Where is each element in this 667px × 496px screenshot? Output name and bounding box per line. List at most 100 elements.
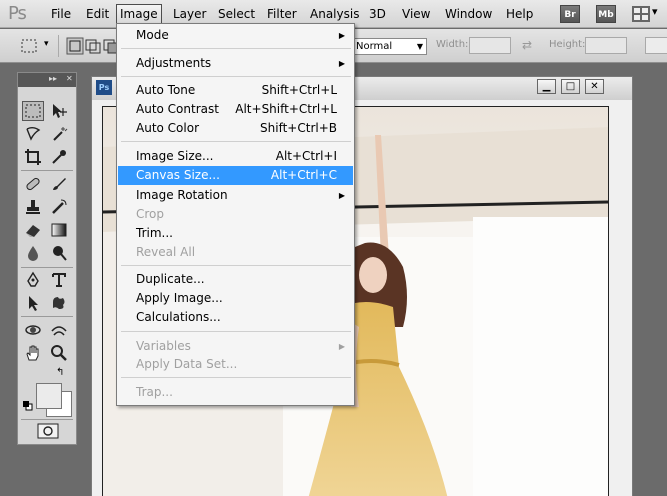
restore-button[interactable]: □ xyxy=(561,79,580,94)
separator xyxy=(21,267,73,268)
3d-rotate-tool[interactable] xyxy=(22,320,44,340)
marquee-icon xyxy=(25,104,41,118)
height-field[interactable] xyxy=(585,37,627,54)
quick-selection-tool[interactable] xyxy=(48,124,70,144)
close-button[interactable]: ✕ xyxy=(585,79,604,94)
menu-item-trap: Trap... xyxy=(136,385,173,399)
menu-analysis[interactable]: Analysis xyxy=(307,6,362,24)
ps-document-icon: Ps xyxy=(96,80,112,95)
3d-orbit-icon xyxy=(51,326,67,336)
tools-panel-header[interactable]: ▸▸ ✕ xyxy=(18,73,76,87)
magic-wand-icon xyxy=(53,127,68,141)
menu-layer[interactable]: Layer xyxy=(170,6,209,24)
menu-item-calculations[interactable]: Calculations... xyxy=(118,308,353,327)
menu-filter[interactable]: Filter xyxy=(264,6,300,24)
arrow-cursor-icon xyxy=(29,296,38,311)
menu-image[interactable]: Image xyxy=(116,4,162,24)
foreground-color-swatch[interactable] xyxy=(36,383,62,409)
bandage-icon xyxy=(26,177,40,191)
crop-icon xyxy=(25,149,41,165)
lasso-tool[interactable] xyxy=(22,124,44,144)
menu-item-canvas-size[interactable]: Canvas Size... Alt+Ctrl+C xyxy=(118,166,353,185)
menu-separator xyxy=(121,76,351,77)
chevron-down-icon[interactable]: ▾ xyxy=(44,39,49,49)
move-icon xyxy=(53,104,67,118)
eyedropper-icon xyxy=(52,150,66,164)
close-icon[interactable]: ✕ xyxy=(66,74,73,83)
move-tool[interactable] xyxy=(48,101,70,121)
marquee-preset-icon[interactable] xyxy=(20,38,38,54)
workspace-grid-icon[interactable] xyxy=(632,6,650,22)
shape-icon xyxy=(53,297,65,309)
eraser-tool[interactable] xyxy=(22,220,44,240)
menu-item-mode[interactable]: Mode ▶ xyxy=(118,26,353,45)
collapse-icon[interactable]: ▸▸ xyxy=(49,74,57,83)
menu-window[interactable]: Window xyxy=(442,6,495,24)
magnifier-icon xyxy=(51,345,67,361)
menu-item-trim[interactable]: Trim... xyxy=(118,224,353,243)
custom-shape-tool[interactable] xyxy=(48,293,70,313)
refine-edge-button[interactable] xyxy=(645,37,667,54)
menu-separator xyxy=(121,331,351,332)
menu-item-adjustments[interactable]: Adjustments ▶ xyxy=(118,54,353,73)
menu-separator xyxy=(121,48,351,49)
drop-icon xyxy=(28,246,38,261)
rectangular-marquee-tool[interactable] xyxy=(22,101,44,121)
hand-tool[interactable] xyxy=(22,343,44,363)
zoom-tool[interactable] xyxy=(48,343,70,363)
dodge-icon xyxy=(53,246,67,261)
menu-item-duplicate[interactable]: Duplicate... xyxy=(118,270,353,289)
height-label: Height: xyxy=(549,39,586,50)
width-label: Width: xyxy=(436,39,469,50)
image-menu-dropdown: Mode ▶ Adjustments ▶ Auto Tone Shift+Ctrl+L… xyxy=(116,23,355,406)
clone-stamp-tool[interactable] xyxy=(22,197,44,217)
brush-tool[interactable] xyxy=(48,174,70,194)
separator xyxy=(58,35,59,57)
swap-icon[interactable]: ⇄ xyxy=(522,38,532,52)
menu-edit[interactable]: Edit xyxy=(83,6,112,24)
menu-item-apply-image[interactable]: Apply Image... xyxy=(118,289,353,308)
submenu-arrow-icon: ▶ xyxy=(338,342,345,351)
3d-orbit-tool[interactable] xyxy=(48,320,70,340)
menu-separator xyxy=(121,265,351,266)
photoshop-logo: Ps xyxy=(8,3,27,24)
submenu-arrow-icon: ▶ xyxy=(338,59,345,68)
dodge-tool[interactable] xyxy=(48,243,70,263)
menu-separator xyxy=(121,141,351,142)
quick-mask-icon[interactable] xyxy=(37,423,59,439)
healing-brush-tool[interactable] xyxy=(22,174,44,194)
menu-view[interactable]: View xyxy=(399,6,433,24)
eyedropper-tool[interactable] xyxy=(48,147,70,167)
type-tool[interactable] xyxy=(48,270,70,290)
type-icon xyxy=(52,273,66,287)
history-brush-tool[interactable] xyxy=(48,197,70,217)
mini-bridge-button[interactable]: Mb xyxy=(596,5,616,23)
menu-file[interactable]: File xyxy=(48,6,74,24)
bridge-button[interactable]: Br xyxy=(560,5,580,23)
menu-item-auto-contrast[interactable]: Auto Contrast Alt+Shift+Ctrl+L xyxy=(118,100,353,119)
menu-3d[interactable]: 3D xyxy=(366,6,389,24)
hand-icon xyxy=(26,345,39,361)
minimize-button[interactable]: ▁ xyxy=(537,79,556,94)
width-field[interactable] xyxy=(469,37,511,54)
menu-select[interactable]: Select xyxy=(215,6,258,24)
menu-item-auto-tone[interactable]: Auto Tone Shift+Ctrl+L xyxy=(118,81,353,100)
style-select[interactable]: Normal ▼ xyxy=(352,38,427,55)
chevron-down-icon[interactable]: ▾ xyxy=(652,5,658,18)
menu-item-image-rotation[interactable]: Image Rotation ▶ xyxy=(118,186,353,205)
path-selection-tool[interactable] xyxy=(22,293,44,313)
menu-item-auto-color[interactable]: Auto Color Shift+Ctrl+B xyxy=(118,119,353,138)
blur-tool[interactable] xyxy=(22,243,44,263)
pen-icon xyxy=(27,271,39,287)
menu-item-apply-data-set: Apply Data Set... xyxy=(136,357,238,371)
submenu-arrow-icon: ▶ xyxy=(338,31,345,40)
tools-panel: ▸▸ ✕ ↰ xyxy=(17,72,77,445)
menu-help[interactable]: Help xyxy=(503,6,536,24)
pen-tool[interactable] xyxy=(22,270,44,290)
gradient-tool[interactable] xyxy=(48,220,70,240)
swap-colors-icon[interactable]: ↰ xyxy=(56,367,64,378)
crop-tool[interactable] xyxy=(22,147,44,167)
default-colors-icon[interactable] xyxy=(23,401,33,411)
menu-item-image-size[interactable]: Image Size... Alt+Ctrl+I xyxy=(118,147,353,166)
separator xyxy=(21,419,73,420)
